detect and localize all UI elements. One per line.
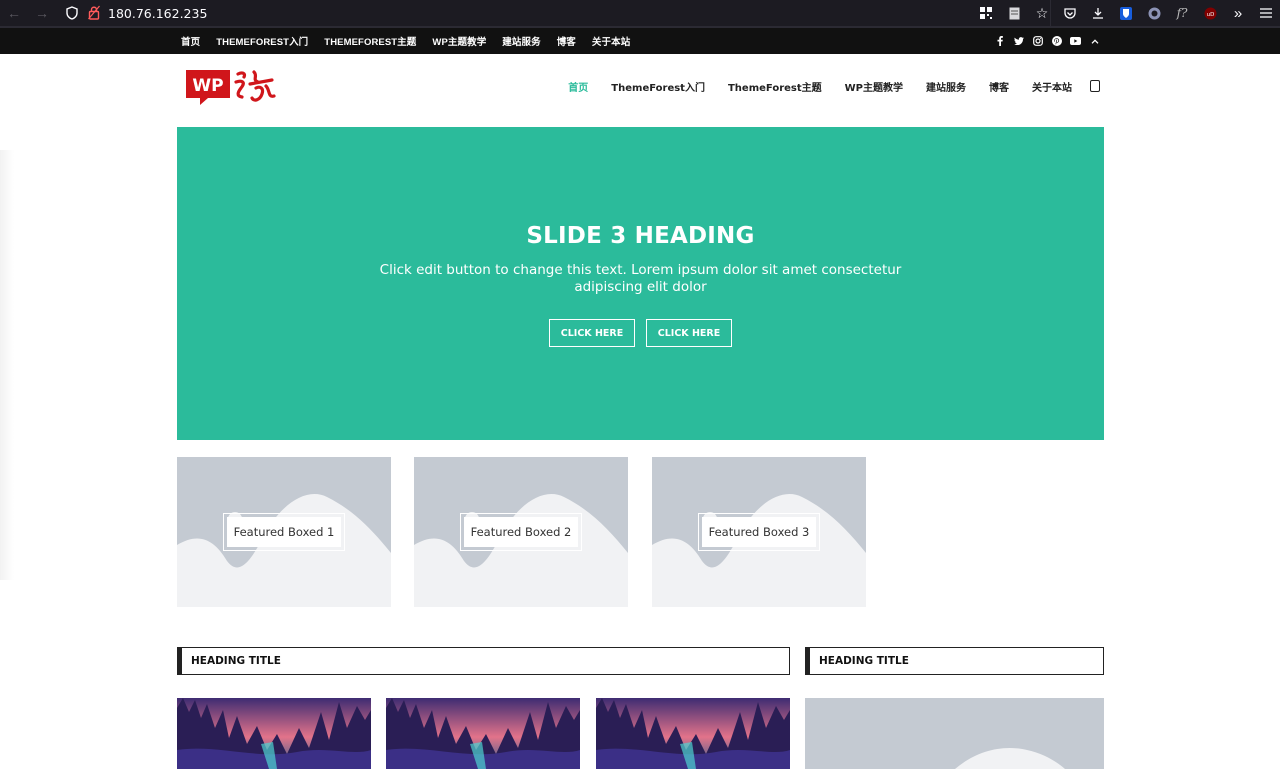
svg-text:WP: WP (192, 76, 223, 96)
top-menu-item[interactable]: 建站服务 (502, 34, 540, 48)
page-edge-shadow (0, 150, 14, 580)
featured-label-frame: Featured Boxed 3 (698, 513, 820, 551)
overflow-chevron-icon[interactable]: » (1224, 0, 1252, 26)
post-thumbnail-1[interactable] (177, 698, 371, 769)
top-bar: 首页 THEMEFOREST入门 THEMEFOREST主题 WP主题教学 建站… (0, 28, 1280, 54)
pinterest-icon[interactable] (1047, 28, 1066, 54)
featured-label-frame: Featured Boxed 1 (223, 513, 345, 551)
forest-image (177, 698, 371, 769)
star-icon[interactable]: ☆ (1028, 0, 1056, 26)
extension-circle-icon[interactable] (1140, 0, 1168, 26)
hero-slider: SLIDE 3 HEADING Click edit button to cha… (177, 127, 1104, 440)
sidebar-thumbnail[interactable] (805, 698, 1104, 769)
slide-text: Click edit button to change this text. L… (379, 262, 902, 295)
featured-label: Featured Boxed 1 (227, 517, 341, 547)
nav-item-themeforest-themes[interactable]: ThemeForest主题 (728, 79, 822, 94)
ublock-icon[interactable]: uD (1196, 0, 1224, 26)
font-finder-icon[interactable]: f? (1168, 0, 1196, 26)
qr-code-icon[interactable] (972, 0, 1000, 26)
social-links (990, 28, 1104, 54)
browser-extensions: ☆ f? uD » (972, 0, 1280, 26)
top-menu-item[interactable]: 博客 (557, 34, 576, 48)
top-menu-item[interactable]: THEMEFOREST入门 (216, 34, 308, 48)
mobile-icon[interactable] (1090, 80, 1100, 92)
slide-heading: SLIDE 3 HEADING (526, 223, 755, 249)
instagram-icon[interactable] (1028, 28, 1047, 54)
top-menu-item[interactable]: 首页 (181, 34, 200, 48)
top-menu-item[interactable]: THEMEFOREST主题 (324, 34, 416, 48)
forward-icon[interactable]: → (28, 0, 56, 26)
url-bar[interactable]: 180.76.162.235 (60, 0, 1050, 26)
nav-item-home[interactable]: 首页 (568, 79, 588, 94)
featured-label: Featured Boxed 3 (702, 517, 816, 547)
youtube-icon[interactable] (1066, 28, 1085, 54)
featured-label: Featured Boxed 2 (464, 517, 578, 547)
download-icon[interactable] (1084, 0, 1112, 26)
featured-box-2[interactable]: Featured Boxed 2 (414, 457, 628, 607)
section-heading-main: HEADING TITLE (177, 647, 790, 675)
top-menu-item[interactable]: WP主题教学 (432, 34, 486, 48)
forest-image (386, 698, 580, 769)
top-menu: 首页 THEMEFOREST入门 THEMEFOREST主题 WP主题教学 建站… (181, 28, 646, 54)
top-menu-item[interactable]: 关于本站 (592, 34, 630, 48)
featured-box-1[interactable]: Featured Boxed 1 (177, 457, 391, 607)
nav-item-wp-tutorials[interactable]: WP主题教学 (845, 79, 903, 94)
post-thumbnail-3[interactable] (596, 698, 790, 769)
featured-box-3[interactable]: Featured Boxed 3 (652, 457, 866, 607)
nav-item-themeforest-intro[interactable]: ThemeForest入门 (611, 79, 705, 94)
menu-icon[interactable] (1252, 0, 1280, 26)
facebook-icon[interactable] (990, 28, 1009, 54)
nav-item-about[interactable]: 关于本站 (1032, 79, 1072, 94)
svg-text:uD: uD (1206, 12, 1214, 18)
site-logo[interactable]: WP (186, 68, 278, 106)
reader-view-icon[interactable] (1000, 0, 1028, 26)
chevron-up-icon[interactable] (1085, 28, 1104, 54)
twitter-icon[interactable] (1009, 28, 1028, 54)
bitwarden-icon[interactable] (1112, 0, 1140, 26)
placeholder-image-icon (955, 748, 1065, 769)
section-heading-side: HEADING TITLE (805, 647, 1104, 675)
post-thumbnail-2[interactable] (386, 698, 580, 769)
main-nav: 首页 ThemeForest入门 ThemeForest主题 WP主题教学 建站… (545, 54, 1100, 118)
back-icon[interactable]: ← (0, 0, 28, 26)
forest-image (596, 698, 790, 769)
featured-label-frame: Featured Boxed 2 (460, 513, 582, 551)
lock-warning-icon (88, 5, 100, 20)
nav-item-site-services[interactable]: 建站服务 (926, 79, 966, 94)
nav-item-blog[interactable]: 博客 (989, 79, 1009, 94)
site-header: WP 首页 ThemeForest入门 ThemeForest主题 WP主题教学… (0, 54, 1280, 126)
pocket-icon[interactable] (1056, 0, 1084, 26)
slide-button-2[interactable]: CLICK HERE (646, 319, 732, 347)
slide-button-1[interactable]: CLICK HERE (549, 319, 635, 347)
shield-icon (66, 6, 78, 20)
url-text[interactable]: 180.76.162.235 (108, 6, 207, 21)
